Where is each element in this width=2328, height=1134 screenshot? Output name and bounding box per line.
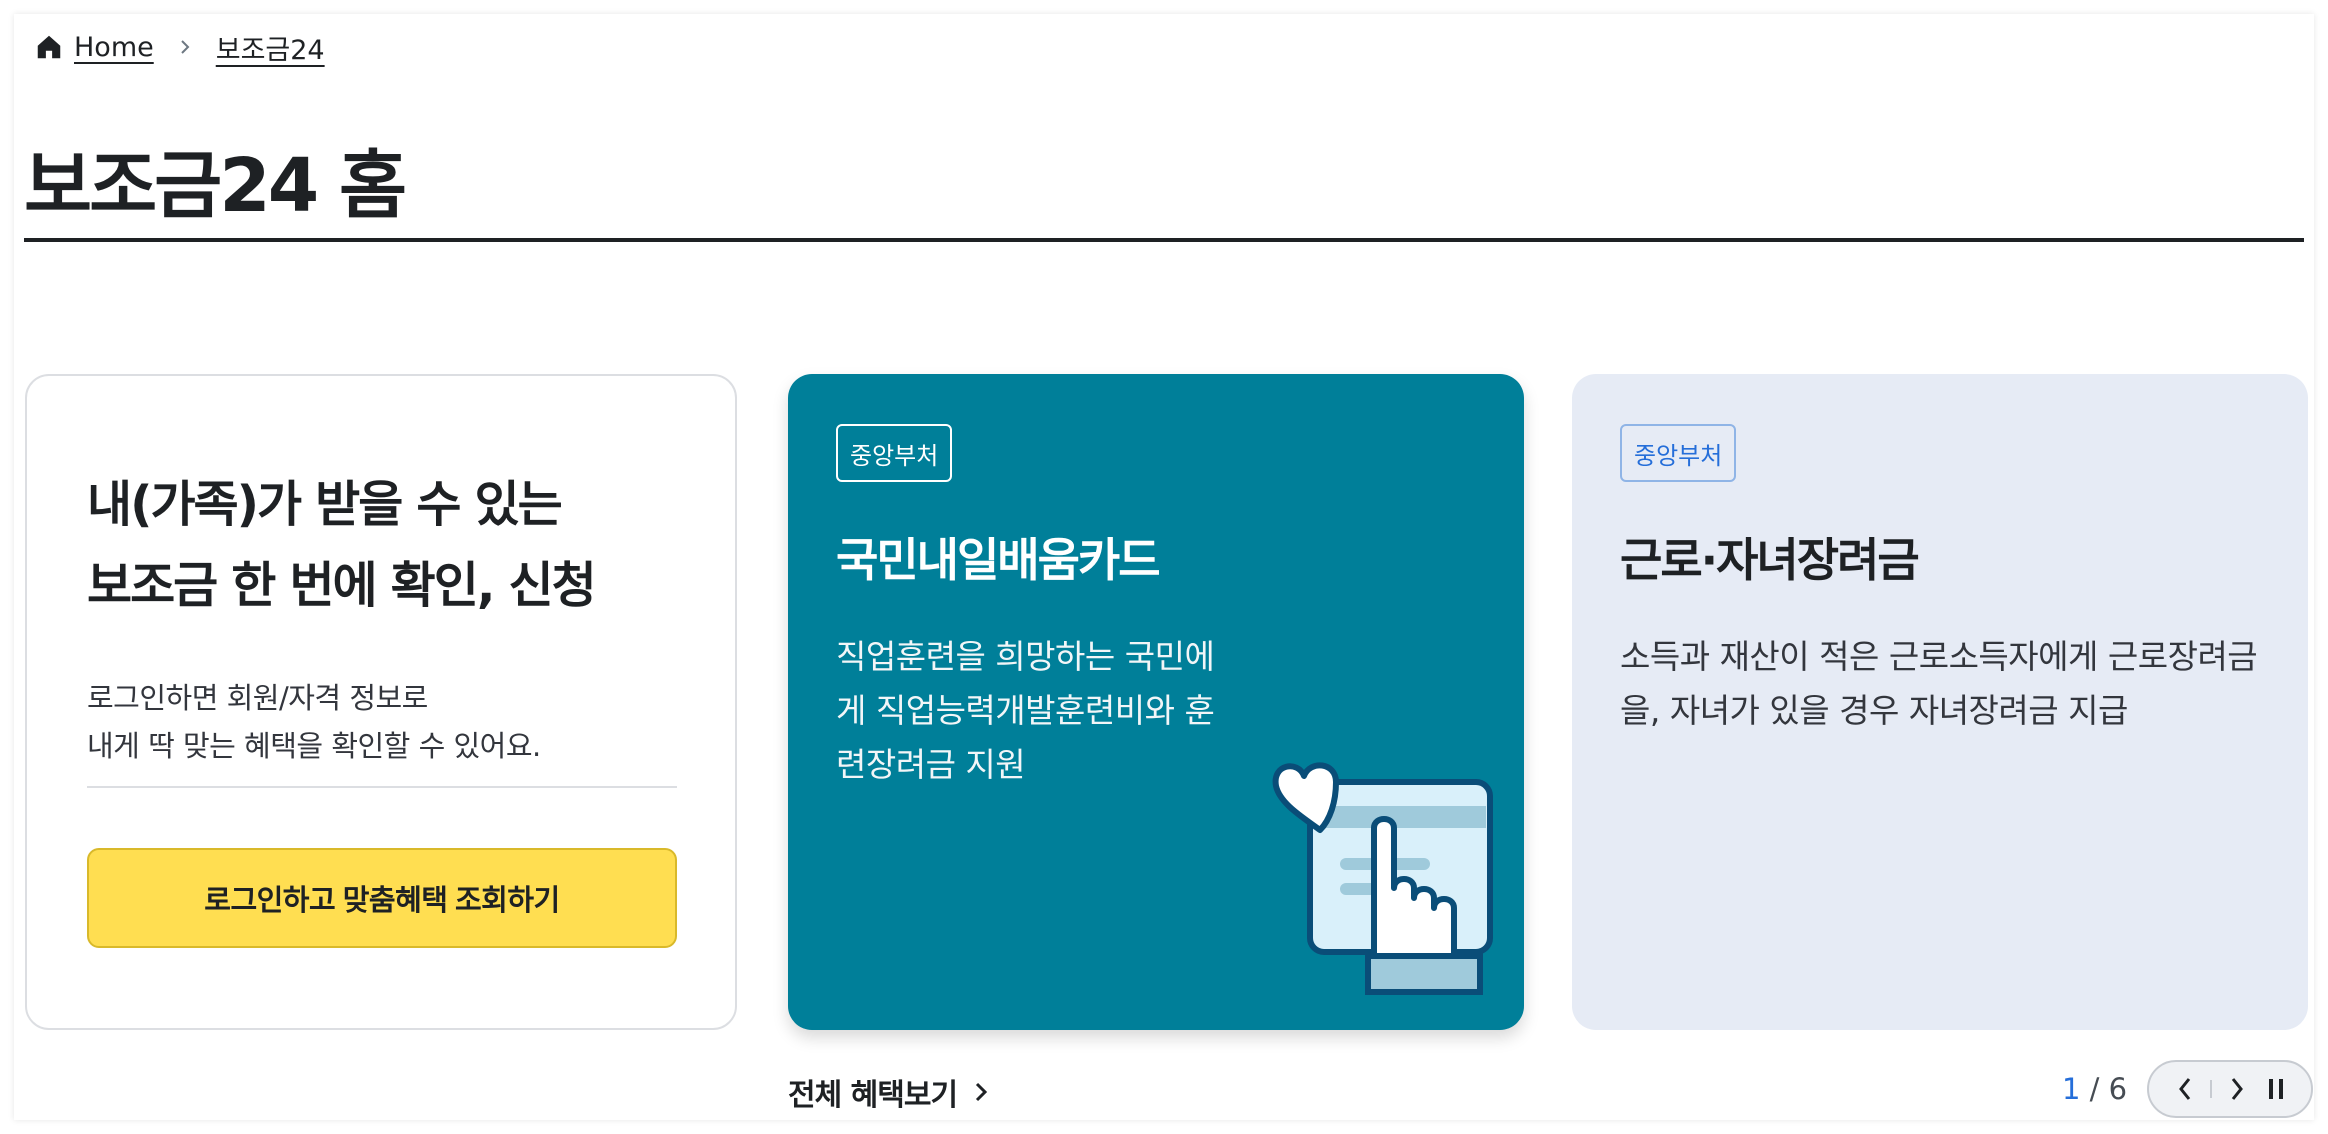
login-benefit-search-button[interactable]: 로그인하고 맞춤혜택 조회하기 [87, 848, 677, 948]
benefit-card-earned-income-tax-credit[interactable]: 중앙부처 근로·자녀장려금 소득과 재산이 적은 근로소득자에게 근로장려금을,… [1572, 374, 2308, 1030]
chevron-right-icon[interactable] [2223, 1073, 2251, 1105]
carousel-controls [2147, 1060, 2314, 1118]
breadcrumb-current-link[interactable]: 보조금24 [216, 28, 325, 67]
view-all-label: 전체 혜택보기 [788, 1078, 958, 1113]
carousel-pager: 1 / 6 [2062, 1060, 2314, 1118]
login-desc-line-1: 로그인하면 회원/자격 정보로 [87, 681, 428, 715]
login-heading-line-2: 보조금 한 번에 확인, 신청 [87, 557, 597, 614]
login-card: 내(가족)가 받을 수 있는 보조금 한 번에 확인, 신청 로그인하면 회원/… [25, 374, 737, 1030]
benefit-summary: 소득과 재산이 적은 근로소득자에게 근로장려금을, 자녀가 있을 경우 자녀장… [1620, 637, 2258, 730]
breadcrumb: Home 보조금24 [34, 22, 325, 72]
chevron-right-icon [971, 1081, 991, 1103]
chevron-right-icon [176, 38, 194, 56]
slide-total: 6 [2108, 1072, 2128, 1106]
slide-counter: 1 / 6 [2062, 1072, 2127, 1106]
benefit-title: 근로·자녀장려금 [1620, 533, 1920, 587]
login-heading-line-1: 내(가족)가 받을 수 있는 [87, 476, 563, 533]
pause-icon[interactable] [2262, 1073, 2290, 1105]
login-desc-line-2: 내게 딱 맞는 혜택을 확인할 수 있어요. [87, 729, 541, 763]
main-content: Home 보조금24 보조금24 홈 내(가족)가 받을 수 있는 보조금 한 … [14, 14, 2314, 1120]
login-card-description: 로그인하면 회원/자격 정보로 내게 딱 맞는 혜택을 확인할 수 있어요. [87, 674, 541, 770]
chevron-left-icon[interactable] [2171, 1073, 2199, 1105]
slide-separator: / [2080, 1072, 2109, 1106]
login-card-divider [87, 786, 677, 788]
view-all-benefits-link[interactable]: 전체 혜택보기 [788, 1068, 991, 1116]
card-hand-heart-illustration [1270, 748, 1506, 998]
breadcrumb-home-link[interactable]: Home [74, 32, 154, 63]
benefit-card-national-learning-card[interactable]: 중앙부처 국민내일배움카드 직업훈련을 희망하는 국민에게 직업능력개발훈련비와… [788, 374, 1524, 1030]
agency-tag: 중앙부처 [836, 424, 953, 482]
home-icon [34, 32, 64, 62]
benefit-title: 국민내일배움카드 [836, 533, 1161, 587]
page-title: 보조금24 홈 [24, 143, 407, 229]
slide-current: 1 [2062, 1072, 2081, 1106]
login-card-heading: 내(가족)가 받을 수 있는 보조금 한 번에 확인, 신청 [87, 464, 597, 626]
benefit-summary: 직업훈련을 희망하는 국민에게 직업능력개발훈련비와 훈련장려금 지원 [836, 637, 1215, 784]
control-divider [2209, 1080, 2212, 1098]
agency-tag: 중앙부처 [1620, 424, 1737, 482]
title-divider [24, 238, 2304, 242]
